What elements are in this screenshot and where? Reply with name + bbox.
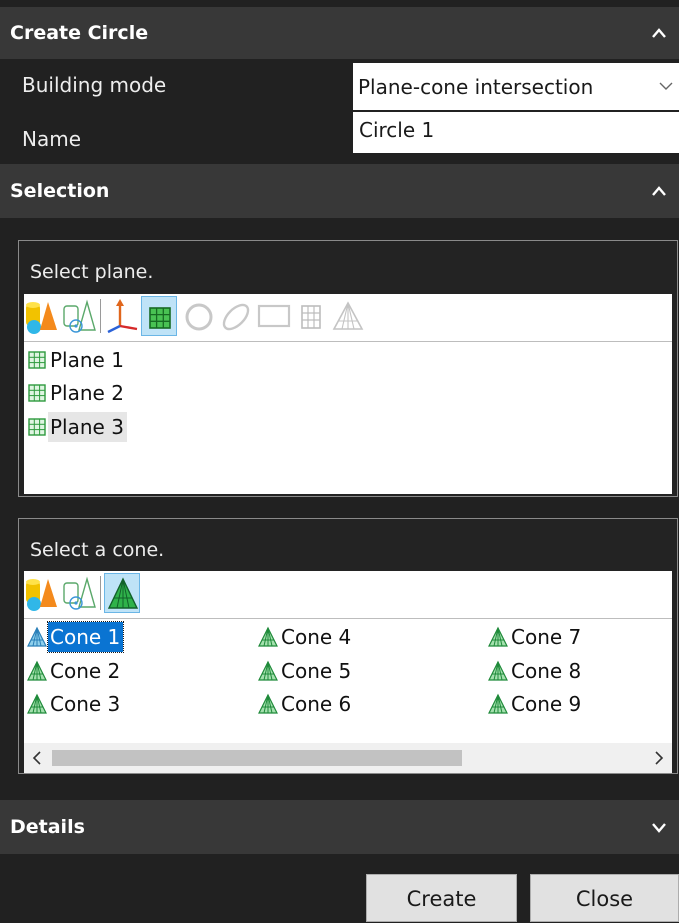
create-circle-header[interactable]: Create Circle: [0, 7, 679, 59]
close-button[interactable]: Close: [530, 874, 679, 922]
list-item-cone-7[interactable]: Cone 7: [487, 622, 584, 652]
cone-icon: [258, 660, 278, 681]
rectangle-filter-icon[interactable]: [256, 296, 292, 336]
list-item-cone-4[interactable]: Cone 4: [257, 622, 354, 652]
building-mode-dropdown[interactable]: Plane-cone intersection: [353, 63, 679, 110]
scroll-right-icon[interactable]: [654, 751, 664, 765]
chevron-down-icon[interactable]: [651, 821, 667, 833]
plane-icon: [28, 418, 46, 436]
plane-selection-group: Select plane. Plane 1 Plane 2 Plane 3: [18, 240, 678, 497]
cone-label: Cone 5: [281, 659, 352, 683]
cone-filter-toolbar: [24, 571, 672, 619]
cone-icon: [27, 693, 47, 714]
cone-label: Cone 2: [50, 659, 121, 683]
cone-list-horizontal-scrollbar[interactable]: [24, 743, 672, 773]
cone-icon: [258, 626, 278, 647]
scrollbar-thumb[interactable]: [52, 750, 462, 766]
wireframe-solids-icon[interactable]: [61, 296, 97, 336]
building-mode-label: Building mode: [22, 73, 167, 97]
cone-icon: [488, 693, 508, 714]
plane-label: Plane 1: [50, 348, 124, 372]
list-item-cone-3[interactable]: Cone 3: [26, 689, 123, 719]
chevron-up-icon[interactable]: [651, 27, 667, 39]
plane-icon: [28, 351, 46, 369]
cone-icon: [258, 693, 278, 714]
scroll-left-icon[interactable]: [32, 751, 42, 765]
chevron-down-icon: [659, 82, 673, 90]
cone-label: Cone 9: [511, 692, 582, 716]
list-item-cone-1[interactable]: Cone 1: [26, 621, 125, 653]
cone-label: Cone 1: [46, 621, 125, 653]
create-circle-title: Create Circle: [10, 22, 149, 44]
selection-title: Selection: [10, 180, 110, 202]
building-mode-value: Plane-cone intersection: [358, 75, 594, 99]
chevron-up-icon[interactable]: [651, 185, 667, 197]
cone-label: Cone 8: [511, 659, 582, 683]
cone-list[interactable]: Cone 1 Cone 2 Cone 3 Cone 4 Cone 5 Cone …: [24, 619, 672, 745]
toolbar-separator: [100, 576, 101, 610]
plane-icon: [28, 384, 46, 402]
list-item-cone-2[interactable]: Cone 2: [26, 656, 123, 686]
list-item-plane-2[interactable]: Plane 2: [26, 378, 127, 408]
plane-filter-toolbar: [24, 294, 672, 342]
cone-filter-icon[interactable]: [104, 573, 140, 613]
ellipse-filter-icon[interactable]: [218, 296, 254, 336]
solids-filter-icon[interactable]: [24, 573, 60, 613]
grid-plane-filter-icon[interactable]: [293, 296, 329, 336]
plane-list[interactable]: Plane 1 Plane 2 Plane 3: [24, 342, 672, 494]
list-item-cone-8[interactable]: Cone 8: [487, 656, 584, 686]
plane-filter-icon[interactable]: [141, 296, 177, 336]
plane-label: Plane 3: [48, 412, 127, 442]
toolbar-separator: [100, 299, 101, 333]
wireframe-solids-icon[interactable]: [61, 573, 97, 613]
create-button[interactable]: Create: [366, 874, 517, 922]
circle-filter-icon[interactable]: [181, 296, 217, 336]
cone-selection-group: Select a cone. Cone 1 Cone 2 Cone 3 Cone…: [18, 518, 678, 774]
cone-filter-icon[interactable]: [330, 296, 366, 336]
list-item-plane-1[interactable]: Plane 1: [26, 345, 127, 375]
list-item-cone-5[interactable]: Cone 5: [257, 656, 354, 686]
name-field[interactable]: Circle 1: [353, 112, 679, 153]
selection-header[interactable]: Selection: [0, 164, 679, 218]
cone-label: Cone 3: [50, 692, 121, 716]
list-item-cone-6[interactable]: Cone 6: [257, 689, 354, 719]
details-title: Details: [10, 816, 85, 838]
list-item-plane-3[interactable]: Plane 3: [26, 412, 127, 442]
cone-icon: [27, 626, 47, 647]
plane-label: Plane 2: [50, 381, 124, 405]
cone-label: Cone 6: [281, 692, 352, 716]
cone-icon: [27, 660, 47, 681]
details-header[interactable]: Details: [0, 800, 679, 854]
cone-prompt: Select a cone.: [30, 539, 165, 561]
solids-filter-icon[interactable]: [24, 296, 60, 336]
cone-label: Cone 4: [281, 625, 352, 649]
cone-label: Cone 7: [511, 625, 582, 649]
plane-prompt: Select plane.: [30, 261, 154, 283]
list-item-cone-9[interactable]: Cone 9: [487, 689, 584, 719]
cone-icon: [488, 626, 508, 647]
cone-icon: [488, 660, 508, 681]
axis-filter-icon[interactable]: [104, 296, 140, 336]
name-label: Name: [22, 127, 82, 151]
